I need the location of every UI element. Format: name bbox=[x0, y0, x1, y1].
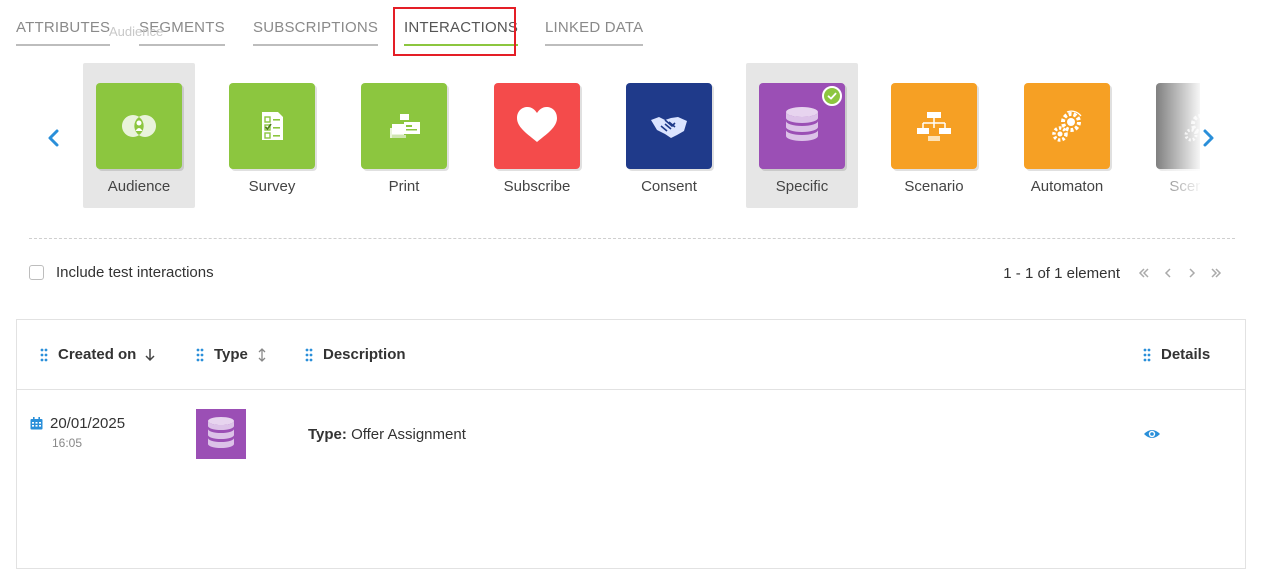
automaton-gears-icon bbox=[1052, 110, 1082, 142]
table-header: Created on Type Description Details bbox=[17, 320, 1245, 390]
tile-label: Specific bbox=[775, 178, 829, 195]
view-details-button[interactable] bbox=[1143, 427, 1161, 441]
carousel-viewport: Audience Survey Print Subscribe Consent … bbox=[72, 60, 1200, 215]
chevron-left-icon bbox=[48, 129, 59, 147]
tile-icon-box bbox=[361, 83, 447, 169]
tab-label: LINKED DATA bbox=[545, 19, 644, 36]
tile-label: Audience bbox=[107, 178, 171, 195]
tab-label: ATTRIBUTES bbox=[16, 19, 111, 36]
section-divider bbox=[29, 238, 1235, 239]
gears-icon bbox=[1184, 114, 1200, 142]
selected-check-icon bbox=[822, 86, 842, 106]
tile-label: Subscribe bbox=[503, 178, 571, 195]
column-type[interactable]: Type bbox=[196, 346, 268, 363]
print-documents-icon bbox=[390, 114, 420, 138]
carousel-item-survey[interactable]: Survey bbox=[216, 63, 328, 208]
database-icon bbox=[208, 417, 234, 448]
carousel-item-audience[interactable]: Audience bbox=[83, 63, 195, 208]
column-label: Created on bbox=[58, 346, 137, 363]
carousel-next-button[interactable] bbox=[1199, 128, 1217, 148]
column-details[interactable]: Details bbox=[1143, 346, 1210, 363]
column-label: Type bbox=[214, 346, 248, 363]
drag-ghost-label: Audience bbox=[109, 24, 164, 39]
eye-icon bbox=[1144, 430, 1160, 438]
carousel-item-scenario[interactable]: Scenario bbox=[878, 63, 990, 208]
survey-checklist-icon bbox=[262, 112, 283, 140]
carousel-item-specific[interactable]: Specific bbox=[746, 63, 858, 208]
next-page-button[interactable] bbox=[1180, 264, 1204, 282]
double-chevron-right-icon bbox=[1211, 268, 1222, 278]
drag-handle-icon[interactable] bbox=[305, 348, 313, 362]
chevron-right-icon bbox=[1203, 129, 1214, 147]
carousel-item-automaton[interactable]: Automaton bbox=[1011, 63, 1123, 208]
include-test-checkbox[interactable] bbox=[29, 265, 44, 280]
tab-subscriptions[interactable]: SUBSCRIPTIONS bbox=[253, 19, 379, 46]
interactions-table: Created on Type Description Details 20/0… bbox=[16, 319, 1246, 569]
drag-handle-icon[interactable] bbox=[40, 348, 48, 362]
tile-icon-box bbox=[96, 83, 182, 169]
tile-label: Print bbox=[388, 178, 420, 195]
pagination-summary: 1 - 1 of 1 element bbox=[1003, 264, 1120, 282]
chevron-left-icon bbox=[1164, 268, 1171, 278]
tile-label: Consent bbox=[641, 178, 697, 195]
prev-page-button[interactable] bbox=[1156, 264, 1180, 282]
sort-both-icon[interactable] bbox=[256, 347, 268, 363]
table-row: 20/01/2025 16:05 Type: Offer Assignment bbox=[17, 390, 1245, 480]
first-page-button[interactable] bbox=[1132, 264, 1156, 282]
carousel-item-consent[interactable]: Consent bbox=[613, 63, 725, 208]
calendar-icon bbox=[30, 417, 43, 430]
heart-icon bbox=[517, 107, 557, 142]
tab-underline bbox=[253, 44, 379, 46]
column-description[interactable]: Description bbox=[305, 346, 406, 363]
carousel-item-subscribe[interactable]: Subscribe bbox=[481, 63, 593, 208]
tab-label: SUBSCRIPTIONS bbox=[253, 19, 379, 36]
venn-user-icon bbox=[122, 115, 156, 137]
handshake-icon bbox=[651, 117, 687, 138]
tile-icon-box bbox=[229, 83, 315, 169]
created-on-cell: 20/01/2025 16:05 bbox=[30, 415, 125, 450]
tab-bar: ATTRIBUTES SEGMENTS SUBSCRIPTIONS INTERA… bbox=[0, 0, 1266, 60]
column-created-on[interactable]: Created on bbox=[40, 346, 156, 363]
column-label: Details bbox=[1161, 346, 1211, 363]
carousel-item-print[interactable]: Print bbox=[348, 63, 460, 208]
tile-label: Scenario bbox=[1169, 178, 1200, 195]
created-time: 16:05 bbox=[52, 436, 83, 450]
tile-label: Automaton bbox=[1030, 178, 1104, 195]
tab-underline bbox=[139, 44, 225, 46]
type-cell bbox=[196, 409, 246, 459]
include-test-interactions-toggle[interactable]: Include test interactions bbox=[29, 264, 214, 281]
pagination: 1 - 1 of 1 element bbox=[1003, 264, 1228, 282]
tab-linked-data[interactable]: LINKED DATA bbox=[545, 19, 644, 46]
description-value: Offer Assignment bbox=[351, 426, 466, 443]
tile-label: Survey bbox=[248, 178, 296, 195]
active-tab-highlight bbox=[393, 7, 516, 56]
description-cell: Type: Offer Assignment bbox=[308, 426, 466, 443]
tile-icon-box bbox=[626, 83, 712, 169]
carousel-prev-button[interactable] bbox=[45, 128, 63, 148]
scenario-flow-icon bbox=[917, 112, 951, 141]
tab-attributes[interactable]: ATTRIBUTES bbox=[16, 19, 111, 46]
column-label: Description bbox=[323, 346, 406, 363]
tile-icon-box bbox=[494, 83, 580, 169]
description-key: Type: bbox=[308, 426, 347, 443]
tile-icon-box bbox=[1024, 83, 1110, 169]
tile-label: Scenario bbox=[904, 178, 964, 195]
tab-underline bbox=[545, 44, 644, 46]
drag-handle-icon[interactable] bbox=[196, 348, 204, 362]
tab-underline bbox=[16, 44, 111, 46]
double-chevron-left-icon bbox=[1138, 268, 1149, 278]
chevron-right-icon bbox=[1189, 268, 1196, 278]
last-page-button[interactable] bbox=[1204, 264, 1228, 282]
interaction-type-carousel: Audience Survey Print Subscribe Consent … bbox=[0, 60, 1266, 215]
created-date: 20/01/2025 bbox=[50, 415, 126, 432]
include-test-label: Include test interactions bbox=[56, 264, 214, 281]
tile-icon-box bbox=[1156, 83, 1200, 169]
carousel-item-scenario-2[interactable]: Scenario bbox=[1143, 63, 1200, 208]
drag-handle-icon[interactable] bbox=[1143, 348, 1151, 362]
database-icon bbox=[786, 107, 818, 141]
sort-descending-icon[interactable] bbox=[144, 347, 156, 363]
tile-icon-box bbox=[891, 83, 977, 169]
